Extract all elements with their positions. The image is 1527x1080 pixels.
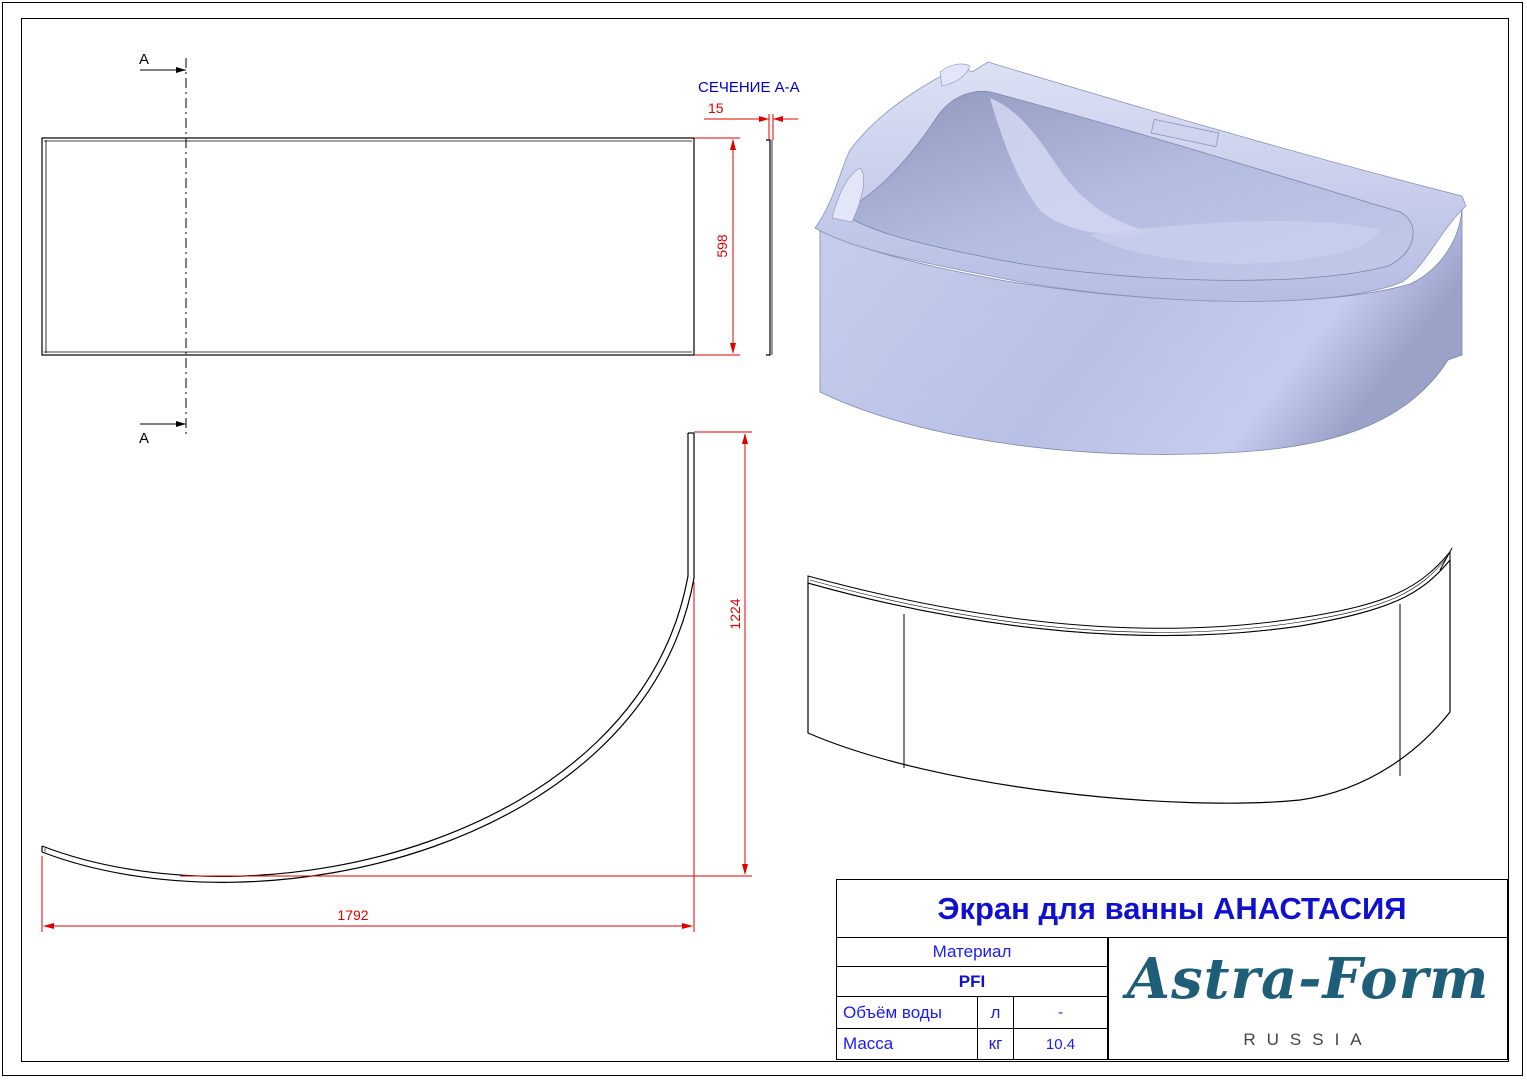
mass-value: 10.4 xyxy=(1045,1035,1076,1053)
bathtub-3d-render xyxy=(814,61,1467,455)
front-view-panel xyxy=(41,137,695,356)
dimension-1224-label: 1224 xyxy=(727,598,743,629)
brand-logo: Astra-Form RUSSIA xyxy=(1109,938,1507,1059)
volume-value: - xyxy=(1058,1004,1063,1021)
dimension-front-height: 598 xyxy=(694,137,740,356)
material-value: PFI xyxy=(958,971,986,991)
material-label: Материал xyxy=(932,942,1012,961)
volume-label: Объём воды xyxy=(843,1002,942,1022)
section-title: СЕЧЕНИЕ А-А xyxy=(698,79,800,96)
logo-wordmark: Astra-Form xyxy=(1126,946,1490,1012)
volume-unit: л xyxy=(990,1002,1001,1022)
dimension-length: 1792 xyxy=(41,582,695,932)
dimension-598-label: 598 xyxy=(714,234,730,258)
title-block: Экран для ванны АНАСТАСИЯ Материал PFI О… xyxy=(836,879,1508,1060)
plan-view-curve xyxy=(41,432,695,883)
section-mark-top: A xyxy=(139,51,149,68)
section-mark-bottom: A xyxy=(139,430,149,447)
drawing-title: Экран для ванны АНАСТАСИЯ xyxy=(837,880,1507,938)
mass-label: Масса xyxy=(843,1034,894,1053)
mass-unit: кг xyxy=(988,1034,1003,1053)
screen-panel-isometric xyxy=(807,547,1453,804)
drawing-sheet: A A 598 СЕЧЕНИЕ А-А 15 1224 1792 Экран д… xyxy=(0,0,1527,1080)
dimension-1792-label: 1792 xyxy=(337,907,368,923)
section-a-a: СЕЧЕНИЕ А-А 15 xyxy=(698,79,800,356)
logo-tagline: RUSSIA xyxy=(1243,1030,1373,1049)
dimension-15-label: 15 xyxy=(708,100,724,116)
section-cut-line: A A xyxy=(139,51,187,447)
dimension-depth: 1224 xyxy=(180,431,752,877)
